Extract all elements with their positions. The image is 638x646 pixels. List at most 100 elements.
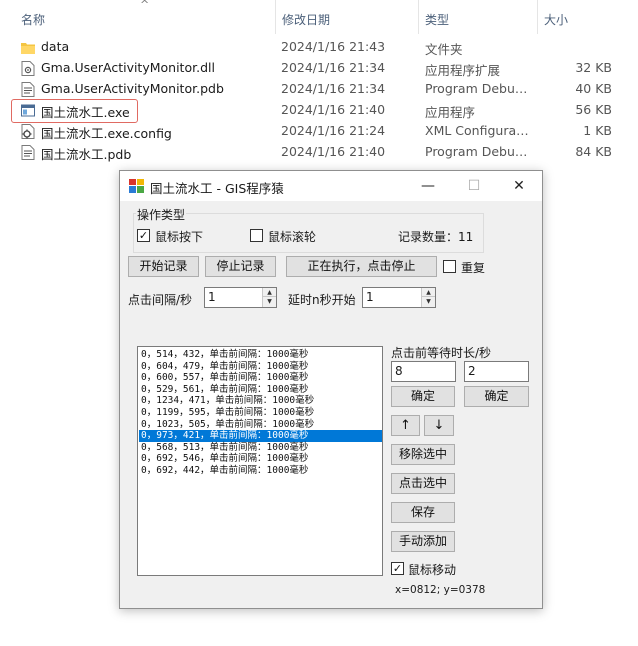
folder-icon: [21, 43, 35, 54]
checkmark-icon: ✓: [392, 562, 403, 575]
title-bar[interactable]: 国土流水工 - GIS程序猿 — ☐ ✕: [120, 171, 542, 201]
close-button[interactable]: ✕: [496, 171, 542, 201]
file-name: data: [41, 39, 70, 54]
file-name: 国土流水工.exe: [41, 105, 130, 120]
wait-input-1[interactable]: 8: [391, 361, 456, 382]
list-item[interactable]: 0，568，513，单击前间隔：1000毫秒: [139, 442, 382, 454]
file-size: 56 KB: [575, 102, 612, 117]
arrow-up-icon: ↑: [400, 418, 411, 433]
sort-ascending-icon: ^: [140, 0, 150, 11]
click-interval-value: 1: [208, 290, 216, 304]
app-window: 国土流水工 - GIS程序猿 — ☐ ✕ 操作类型 ✓ 鼠标按下 鼠标滚轮 记录…: [119, 170, 543, 609]
maximize-button[interactable]: ☐: [451, 171, 497, 201]
spin-up-icon[interactable]: ▲: [422, 288, 435, 297]
delay-start-spinner[interactable]: 1 ▲ ▼: [362, 287, 436, 308]
list-item[interactable]: 0，514，432，单击前间隔：1000毫秒: [139, 349, 382, 361]
mouse-press-label[interactable]: 鼠标按下: [155, 228, 203, 245]
mouse-move-label[interactable]: 鼠标移动: [408, 561, 456, 578]
delay-start-label: 延时n秒开始: [288, 293, 356, 307]
start-record-button[interactable]: 开始记录: [128, 256, 199, 277]
spinner-arrows[interactable]: ▲ ▼: [262, 288, 276, 307]
confirm-button-1[interactable]: 确定: [391, 386, 455, 407]
save-button[interactable]: 保存: [391, 502, 455, 523]
minimize-button[interactable]: —: [405, 171, 451, 201]
move-down-button[interactable]: ↓: [424, 415, 454, 436]
click-selected-button[interactable]: 点击选中: [391, 473, 455, 494]
list-item[interactable]: 0，1023，505，单击前间隔：1000毫秒: [139, 419, 382, 431]
list-item[interactable]: 0，1199，595，单击前间隔：1000毫秒: [139, 407, 382, 419]
file-name: Gma.UserActivityMonitor.dll: [41, 60, 215, 75]
list-item[interactable]: 0，529，561，单击前间隔：1000毫秒: [139, 384, 382, 396]
column-type-label: 类型: [425, 13, 450, 27]
window-title: 国土流水工 - GIS程序猿: [150, 181, 284, 196]
file-name: Gma.UserActivityMonitor.pdb: [41, 81, 224, 96]
file-date: 2024/1/16 21:40: [281, 144, 386, 159]
record-count-label: 记录数量：11: [398, 230, 474, 244]
file-row-pdb-2[interactable]: 国土流水工.pdb 2024/1/16 21:40 Program Debug.…: [0, 142, 638, 163]
cursor-coordinates: x=0812; y=0378: [395, 584, 486, 596]
click-record-list[interactable]: 0，514，432，单击前间隔：1000毫秒 0，604，479，单击前间隔：10…: [137, 346, 383, 576]
list-item[interactable]: 0，600，557，单击前间隔：1000毫秒: [139, 372, 382, 384]
pdb-file-icon: [21, 82, 35, 97]
file-row-pdb[interactable]: Gma.UserActivityMonitor.pdb 2024/1/16 21…: [0, 79, 638, 100]
file-size: 1 KB: [583, 123, 612, 138]
list-item[interactable]: 0，973，421，单击前间隔：1000毫秒: [139, 430, 382, 443]
manual-add-button[interactable]: 手动添加: [391, 531, 455, 552]
repeat-checkbox[interactable]: [443, 260, 456, 273]
mouse-press-checkbox[interactable]: ✓: [137, 229, 150, 242]
spin-down-icon[interactable]: ▼: [263, 297, 276, 306]
file-type: 文件夹: [425, 42, 463, 57]
list-item[interactable]: 0，1234，471，单击前间隔：1000毫秒: [139, 395, 382, 407]
arrow-down-icon: ↓: [433, 418, 445, 433]
wait-input-2[interactable]: 2: [464, 361, 529, 382]
file-row-dll[interactable]: Gma.UserActivityMonitor.dll 2024/1/16 21…: [0, 58, 638, 79]
file-size: 40 KB: [575, 81, 612, 96]
click-interval-label: 点击间隔/秒: [128, 293, 193, 307]
mouse-wheel-checkbox[interactable]: [250, 229, 263, 242]
pdb-file-icon: [21, 145, 35, 160]
column-header-size[interactable]: 大小: [538, 0, 638, 38]
list-item[interactable]: 0，692，546，单击前间隔：1000毫秒: [139, 453, 382, 465]
operation-type-title: 操作类型: [136, 206, 187, 223]
confirm-button-2[interactable]: 确定: [464, 386, 529, 407]
file-name: 国土流水工.exe.config: [41, 126, 172, 141]
move-up-button[interactable]: ↑: [391, 415, 420, 436]
file-type: Program Debug...: [425, 144, 530, 159]
dll-file-icon: [21, 61, 35, 76]
file-date: 2024/1/16 21:34: [281, 81, 386, 96]
file-row-exe[interactable]: 国土流水工.exe 2024/1/16 21:40 应用程序 56 KB: [0, 100, 638, 121]
repeat-label[interactable]: 重复: [461, 259, 485, 276]
spin-down-icon[interactable]: ▼: [422, 297, 435, 306]
file-date: 2024/1/16 21:40: [281, 102, 386, 117]
file-type: 应用程序: [425, 105, 476, 120]
file-row-data[interactable]: data 2024/1/16 21:43 文件夹: [0, 37, 638, 58]
click-interval-spinner[interactable]: 1 ▲ ▼: [204, 287, 277, 308]
file-size: 84 KB: [575, 144, 612, 159]
remove-selected-button[interactable]: 移除选中: [391, 444, 455, 465]
executing-stop-button[interactable]: 正在执行，点击停止: [286, 256, 437, 277]
list-item[interactable]: 0，692，442，单击前间隔：1000毫秒: [139, 465, 382, 477]
exe-file-icon: [21, 104, 35, 117]
file-row-config[interactable]: 国土流水工.exe.config 2024/1/16 21:24 XML Con…: [0, 121, 638, 142]
config-file-icon: [21, 124, 35, 139]
file-size: 32 KB: [575, 60, 612, 75]
stop-record-button[interactable]: 停止记录: [205, 256, 276, 277]
mouse-wheel-label[interactable]: 鼠标滚轮: [268, 228, 316, 245]
list-item[interactable]: 0，604，479，单击前间隔：1000毫秒: [139, 361, 382, 373]
mouse-move-checkbox[interactable]: ✓: [391, 562, 404, 575]
column-header-name[interactable]: 名称: [0, 0, 276, 38]
delay-start-value: 1: [366, 290, 374, 304]
file-date: 2024/1/16 21:24: [281, 123, 386, 138]
file-date: 2024/1/16 21:34: [281, 60, 386, 75]
checkmark-icon: ✓: [138, 229, 149, 242]
file-type: 应用程序扩展: [425, 63, 501, 78]
wait-duration-label: 点击前等待时长/秒: [391, 346, 492, 360]
spin-up-icon[interactable]: ▲: [263, 288, 276, 297]
spinner-arrows[interactable]: ▲ ▼: [421, 288, 435, 307]
file-name: 国土流水工.pdb: [41, 147, 132, 162]
column-header-date[interactable]: 修改日期: [276, 0, 418, 38]
column-header-type[interactable]: 类型: [419, 0, 537, 38]
column-date-label: 修改日期: [282, 13, 331, 27]
column-name-label: 名称: [21, 13, 46, 27]
column-size-label: 大小: [544, 13, 569, 27]
